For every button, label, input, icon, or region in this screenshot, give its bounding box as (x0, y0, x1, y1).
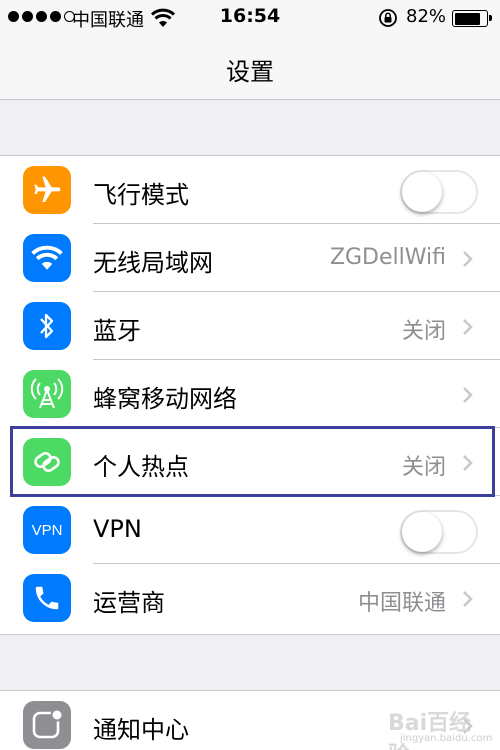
phone-icon (23, 574, 71, 622)
chevron-right-icon (463, 387, 473, 403)
settings-row-carrier[interactable]: 运营商 中国联通 (0, 564, 500, 632)
notification-center-icon (23, 701, 71, 749)
row-value: ZGDellWifi (329, 245, 446, 270)
wifi-icon (23, 234, 71, 282)
bluetooth-icon (23, 302, 71, 350)
row-value: 中国联通 (357, 591, 446, 616)
settings-group-network: 飞行模式 无线局域网 ZGDellWifi 蓝牙 关闭 蜂窝移动网络 个人热点 … (0, 155, 500, 635)
baidu-jingyan-watermark: Bai百经验 jingyan.baidu.com (388, 711, 493, 750)
vpn-toggle[interactable] (400, 510, 478, 554)
settings-row-vpn[interactable]: VPN VPN (0, 496, 500, 564)
row-label: 运营商 (93, 589, 165, 617)
row-label: 蓝牙 (93, 317, 141, 345)
settings-row-wifi[interactable]: 无线局域网 ZGDellWifi (0, 224, 500, 292)
navigation-bar: 设置 (0, 36, 500, 100)
cellular-antenna-icon (23, 370, 71, 418)
vpn-icon: VPN (23, 506, 71, 554)
battery-icon (452, 10, 492, 27)
chevron-right-icon (463, 591, 473, 607)
airplane-mode-toggle[interactable] (400, 170, 478, 214)
settings-row-bluetooth[interactable]: 蓝牙 关闭 (0, 292, 500, 360)
rotation-lock-icon (379, 9, 397, 27)
battery-percent: 82% (406, 6, 447, 27)
row-value: 关闭 (401, 319, 446, 344)
row-label: 蜂窝移动网络 (93, 385, 237, 413)
row-label: 通知中心 (93, 716, 189, 744)
chevron-right-icon (463, 319, 473, 335)
highlight-box (10, 426, 495, 497)
page-title: 设置 (226, 58, 274, 86)
chevron-right-icon (463, 251, 473, 267)
settings-row-airplane-mode[interactable]: 飞行模式 (0, 156, 500, 224)
airplane-icon (23, 166, 71, 214)
settings-row-cellular[interactable]: 蜂窝移动网络 (0, 360, 500, 428)
row-label: 飞行模式 (93, 181, 189, 209)
row-label: 无线局域网 (93, 249, 213, 277)
row-label: VPN (93, 515, 142, 543)
status-bar: 中国联通 16:54 82% (0, 0, 500, 36)
